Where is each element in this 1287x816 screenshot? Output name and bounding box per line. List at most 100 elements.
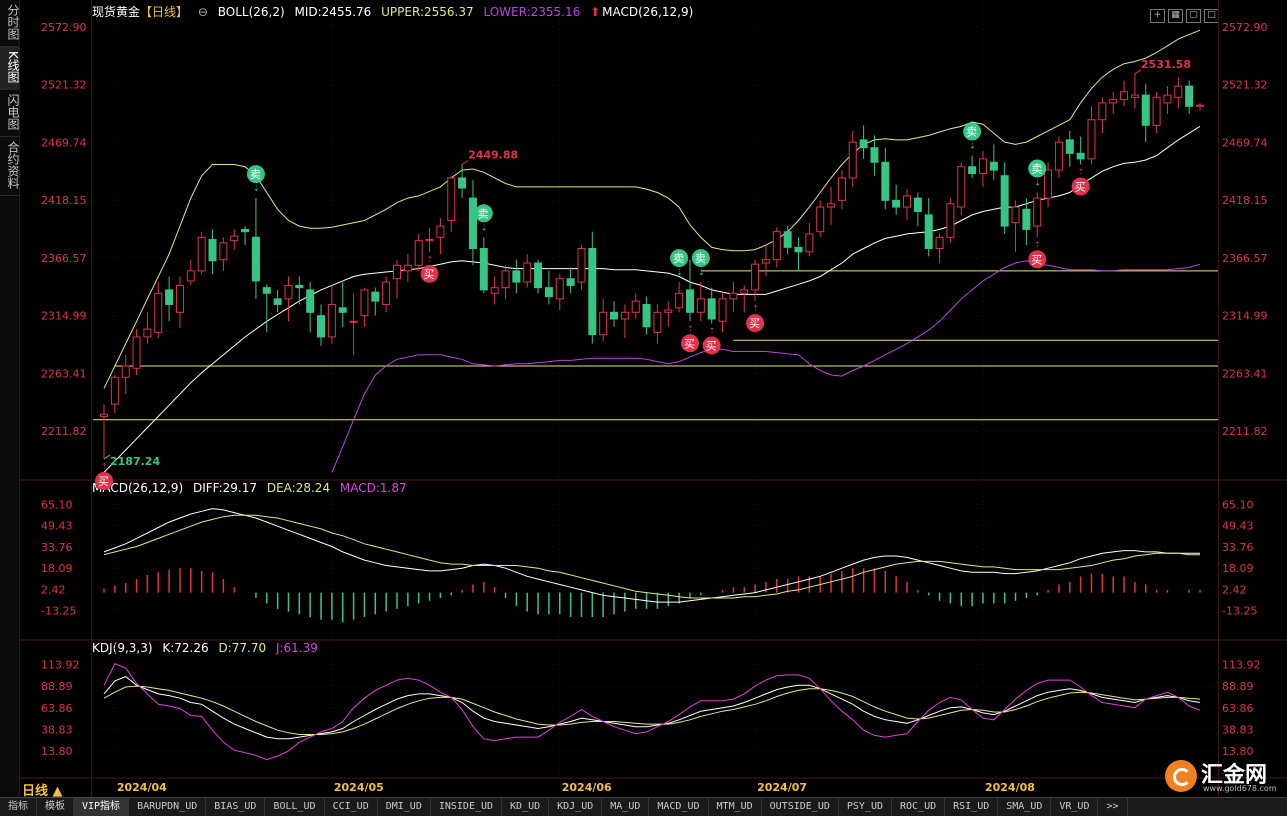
bottom-tab-outside-ud[interactable]: OUTSIDE_UD <box>762 798 839 816</box>
candle-body <box>1011 206 1020 224</box>
sidebar-tab-flash[interactable]: 闪电图 <box>0 90 20 137</box>
bottom-tab-psy-ud[interactable]: PSY_UD <box>839 798 892 816</box>
bottom-tab-boll-ud[interactable]: BOLL_UD <box>265 798 325 816</box>
macd-tick-label-right: -13.25 <box>1222 605 1257 618</box>
candle-body <box>685 289 694 313</box>
candle-body <box>317 315 326 338</box>
candle-body <box>675 292 684 309</box>
sell-arrow-icon: ⇣ <box>1034 178 1041 187</box>
sell-arrow-icon: ⇣ <box>253 184 260 193</box>
bottom-tab--[interactable]: 模板 <box>37 798 74 816</box>
buy-signal-glyph: 买 <box>98 475 109 488</box>
candle-body <box>414 240 423 266</box>
buy-arrow-icon: ⇡ <box>709 326 716 335</box>
candle-body <box>772 231 781 261</box>
candle-body <box>436 225 445 238</box>
sidebar-tab-kline[interactable]: K线图 <box>0 47 20 90</box>
candle-body <box>761 259 770 264</box>
bottom-tab-barupdn-ud[interactable]: BARUPDN_UD <box>129 798 207 816</box>
candle-body <box>1141 94 1150 126</box>
bottom-tab-rsi-ud[interactable]: RSI_UD <box>945 798 999 816</box>
candle-body <box>241 228 250 233</box>
candle-body <box>175 284 184 313</box>
candle-body <box>577 247 586 283</box>
bottom-tab-mtm-ud[interactable]: MTM_UD <box>709 798 762 816</box>
bottom-tab-bias-ud[interactable]: BIAS_UD <box>206 798 266 816</box>
bottom-tab-inside-ud[interactable]: INSIDE_UD <box>431 798 503 816</box>
sidebar-tab-timeshare[interactable]: 分时图 <box>0 0 20 47</box>
left-sidebar: 分时图 K线图 闪电图 合约资料 <box>0 0 20 797</box>
sidebar-tab-contract[interactable]: 合约资料 <box>0 137 20 196</box>
bottom-tab--[interactable]: >> <box>1098 798 1128 816</box>
sell-signal-glyph: 卖 <box>478 207 489 220</box>
candle-body <box>1044 169 1053 199</box>
bottom-tab-vr-ud[interactable]: VR_UD <box>1051 798 1099 816</box>
candle-body <box>349 320 358 323</box>
candle-body <box>610 311 619 320</box>
bottom-tab-sma-ud[interactable]: SMA_UD <box>998 798 1052 816</box>
candle-body <box>664 309 673 313</box>
buy-signal-glyph: 买 <box>749 317 760 330</box>
bottom-tab-ma-ud[interactable]: MA_UD <box>602 798 650 816</box>
candle-body <box>859 139 868 149</box>
candle-body <box>1196 104 1204 107</box>
candle-body <box>935 236 944 249</box>
site-logo: 汇金网 www.gold678.com <box>1165 760 1277 793</box>
kdj-tick-label-right: 13.80 <box>1222 745 1254 758</box>
x-tick-label: 2024/07 <box>757 781 807 794</box>
price-annotation: 2531.58 <box>1141 58 1191 71</box>
candle-body <box>892 199 901 208</box>
candle-body <box>555 278 564 300</box>
x-tick-label: 2024/05 <box>334 781 384 794</box>
candle-body <box>219 242 228 261</box>
candle-body <box>957 166 966 208</box>
candle-body <box>230 235 239 242</box>
candle-body <box>295 284 304 289</box>
candle-body <box>371 291 380 302</box>
macd-tick-label-left: 18.09 <box>41 562 73 575</box>
macd-tick-label-left: -13.25 <box>41 605 76 618</box>
kdj-tick-label-left: 13.80 <box>41 745 73 758</box>
candle-body <box>100 413 108 417</box>
candle-body <box>468 197 477 249</box>
sell-signal-glyph: 卖 <box>250 168 261 181</box>
bottom-tab-dmi-ud[interactable]: DMI_UD <box>378 798 431 816</box>
x-tick-label: 2024/08 <box>985 781 1035 794</box>
boll-lower-line <box>331 260 1201 473</box>
bottom-tab-kd-ud[interactable]: KD_UD <box>502 798 550 816</box>
bottom-tab-vip-[interactable]: VIP指标 <box>74 798 130 816</box>
candle-body <box>501 270 510 289</box>
price-tick-label-left: 2521.32 <box>41 79 87 92</box>
candle-body <box>273 298 282 305</box>
kline-chart[interactable]: 2572.90 2572.90 2521.32 2521.32 2469.74 2469.… <box>19 0 1287 797</box>
buy-arrow-icon: ⇡ <box>687 324 694 333</box>
kdj-j-line <box>103 662 1201 761</box>
candle-body <box>729 292 738 300</box>
bottom-tab-roc-ud[interactable]: ROC_UD <box>892 798 946 816</box>
buy-signal-glyph: 买 <box>424 268 435 281</box>
bottom-tab-macd-ud[interactable]: MACD_UD <box>649 798 709 816</box>
price-tick-label-right: 2263.41 <box>1222 367 1268 380</box>
price-tick-label-left: 2418.15 <box>41 194 87 207</box>
macd-tick-label-right: 18.09 <box>1222 562 1254 575</box>
price-tick-label-right: 2572.90 <box>1222 21 1268 34</box>
candle-body <box>479 247 488 291</box>
candle-body <box>1054 141 1063 171</box>
kdj-tick-label-right: 63.86 <box>1222 702 1254 715</box>
sell-arrow-icon: ⇣ <box>676 268 683 277</box>
candle-body <box>588 247 597 336</box>
candle-body <box>620 311 629 320</box>
bottom-tab-cci-ud[interactable]: CCI_UD <box>325 798 378 816</box>
price-tick-label-right: 2314.99 <box>1222 310 1268 323</box>
candle-body <box>327 303 336 338</box>
macd-tick-label-right: 49.43 <box>1222 520 1254 533</box>
candle-body <box>718 298 727 322</box>
candle-body <box>881 161 890 201</box>
candle-body <box>566 278 575 286</box>
candle-body <box>631 300 640 313</box>
bottom-tab-kdj-ud[interactable]: KDJ_UD <box>549 798 603 816</box>
candle-body <box>913 197 922 213</box>
kdj-tick-label-left: 63.86 <box>41 702 73 715</box>
macd-tick-label-left: 2.42 <box>41 583 66 596</box>
bottom-tab--[interactable]: 指标 <box>0 798 37 816</box>
